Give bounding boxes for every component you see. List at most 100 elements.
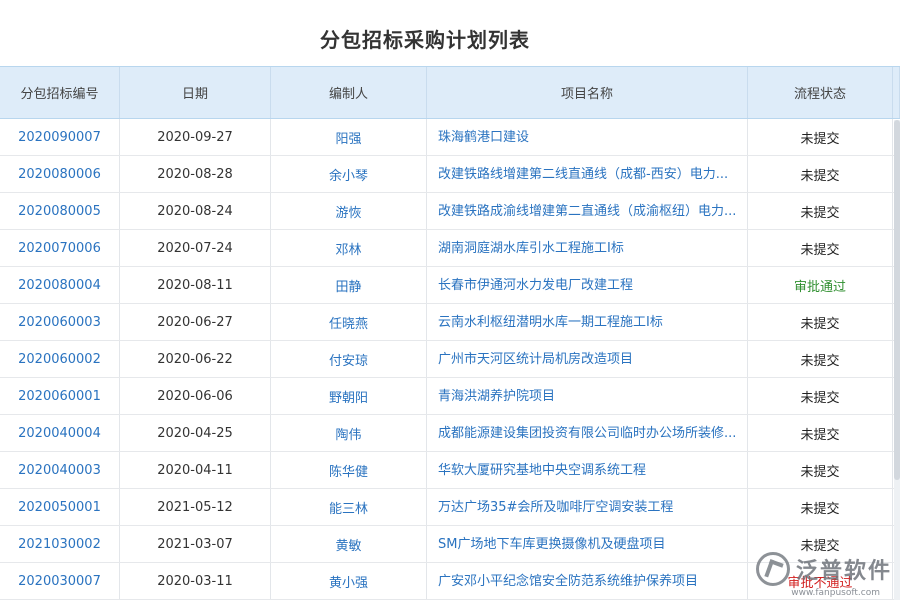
editor-link[interactable]: 阳强 [271,119,427,155]
code-link-text[interactable]: 2020080005 [18,204,101,219]
code-link[interactable]: 2020030007 [0,563,120,599]
editor-link[interactable]: 陈华健 [271,452,427,488]
table-row[interactable]: 20200800042020-08-11田静长春市伊通河水力发电厂改建工程审批通… [0,267,900,304]
editor-link-text[interactable]: 陶伟 [335,424,361,443]
project-link[interactable]: 云南水利枢纽潜明水库一期工程施工Ⅰ标 [427,304,748,340]
project-link-text[interactable]: 华软大厦研究基地中央空调系统工程 [438,452,646,488]
project-link-text[interactable]: 广安邓小平纪念馆安全防范系统维护保养项目 [438,563,698,599]
project-link[interactable]: 华软大厦研究基地中央空调系统工程 [427,452,748,488]
editor-link-text[interactable]: 游恢 [335,202,361,221]
code-link[interactable]: 2020090007 [0,119,120,155]
code-link[interactable]: 2020060001 [0,378,120,414]
project-link[interactable]: 改建铁路线增建第二线直通线（成都-西安）电力... [427,156,748,192]
project-link[interactable]: 湖南洞庭湖水库引水工程施工Ⅰ标 [427,230,748,266]
code-link-text[interactable]: 2020030007 [18,574,101,589]
table-row[interactable]: 20200800052020-08-24游恢改建铁路成渝线增建第二直通线（成渝枢… [0,193,900,230]
project-link[interactable]: 万达广场35#会所及咖啡厅空调安装工程 [427,489,748,525]
table-row[interactable]: 20200600032020-06-27任晓燕云南水利枢纽潜明水库一期工程施工Ⅰ… [0,304,900,341]
editor-link[interactable]: 游恢 [271,193,427,229]
editor-link-text[interactable]: 黄敏 [335,535,361,554]
header-status[interactable]: 流程状态 [748,67,893,118]
project-link-text[interactable]: 成都能源建设集团投资有限公司临时办公场所装修... [438,415,736,451]
table-row[interactable]: 20200500012021-05-12能三林万达广场35#会所及咖啡厅空调安装… [0,489,900,526]
project-link[interactable]: 广州市天河区统计局机房改造项目 [427,341,748,377]
code-link[interactable]: 2020050001 [0,489,120,525]
status-cell-text: 未提交 [800,239,839,258]
code-link[interactable]: 2021030002 [0,526,120,562]
editor-link-text[interactable]: 野朝阳 [329,387,368,406]
header-project[interactable]: 项目名称 [427,67,748,118]
header-date[interactable]: 日期 [120,67,271,118]
code-link-text[interactable]: 2020060002 [18,352,101,367]
code-link[interactable]: 2020060003 [0,304,120,340]
header-editor[interactable]: 编制人 [271,67,427,118]
date-cell: 2020-07-24 [120,230,271,266]
editor-link[interactable]: 黄小强 [271,563,427,599]
header-code[interactable]: 分包招标编号 [0,67,120,118]
code-link-text[interactable]: 2021030002 [18,537,101,552]
project-link[interactable]: 改建铁路成渝线增建第二直通线（成渝枢纽）电力... [427,193,748,229]
project-link[interactable]: 成都能源建设集团投资有限公司临时办公场所装修... [427,415,748,451]
code-link[interactable]: 2020080004 [0,267,120,303]
code-link-text[interactable]: 2020090007 [18,130,101,145]
editor-link-text[interactable]: 田静 [335,276,361,295]
table-row[interactable]: 20200600012020-06-06野朝阳青海洪湖养护院项目未提交 [0,378,900,415]
project-link[interactable]: SM广场地下车库更换摄像机及硬盘项目 [427,526,748,562]
table-row[interactable]: 20200400032020-04-11陈华健华软大厦研究基地中央空调系统工程未… [0,452,900,489]
editor-link[interactable]: 邓林 [271,230,427,266]
project-link-text[interactable]: 改建铁路线增建第二线直通线（成都-西安）电力... [438,156,728,192]
code-link-text[interactable]: 2020060003 [18,315,101,330]
editor-link[interactable]: 能三林 [271,489,427,525]
plan-table: 分包招标编号 日期 编制人 项目名称 流程状态 2020090007 2020-0… [0,66,900,600]
project-link[interactable]: 广安邓小平纪念馆安全防范系统维护保养项目 [427,563,748,599]
project-link[interactable]: 珠海鹤港口建设 [427,119,748,155]
code-link[interactable]: 2020080006 [0,156,120,192]
code-link[interactable]: 2020060002 [0,341,120,377]
project-link-text[interactable]: 湖南洞庭湖水库引水工程施工Ⅰ标 [438,230,624,266]
table-row[interactable]: 20200600022020-06-22付安琼广州市天河区统计局机房改造项目未提… [0,341,900,378]
project-link-text[interactable]: 改建铁路成渝线增建第二直通线（成渝枢纽）电力... [438,193,736,229]
editor-link-text[interactable]: 任晓燕 [329,313,368,332]
code-link-text[interactable]: 2020040003 [18,463,101,478]
code-link-text[interactable]: 2020050001 [18,500,101,515]
code-link-text[interactable]: 2020040004 [18,426,101,441]
project-link-text[interactable]: SM广场地下车库更换摄像机及硬盘项目 [438,526,665,562]
scrollbar-thumb[interactable] [894,120,900,480]
editor-link[interactable]: 陶伟 [271,415,427,451]
code-link-text[interactable]: 2020080006 [18,167,101,182]
editor-link-text[interactable]: 能三林 [329,498,368,517]
project-link-text[interactable]: 万达广场35#会所及咖啡厅空调安装工程 [438,489,673,525]
project-link-text[interactable]: 云南水利枢纽潜明水库一期工程施工Ⅰ标 [438,304,663,340]
editor-link[interactable]: 余小琴 [271,156,427,192]
table-row[interactable]: 20200800062020-08-28余小琴改建铁路线增建第二线直通线（成都-… [0,156,900,193]
code-link-text[interactable]: 2020060001 [18,389,101,404]
table-row[interactable]: 20200400042020-04-25陶伟成都能源建设集团投资有限公司临时办公… [0,415,900,452]
editor-link[interactable]: 黄敏 [271,526,427,562]
vertical-scrollbar[interactable] [894,120,900,600]
table-row[interactable]: 20200900072020-09-27阳强珠海鹤港口建设未提交 [0,119,900,156]
editor-link[interactable]: 付安琼 [271,341,427,377]
project-link[interactable]: 长春市伊通河水力发电厂改建工程 [427,267,748,303]
editor-link[interactable]: 任晓燕 [271,304,427,340]
code-link-text[interactable]: 2020080004 [18,278,101,293]
editor-link[interactable]: 野朝阳 [271,378,427,414]
code-link[interactable]: 2020040004 [0,415,120,451]
project-link-text[interactable]: 青海洪湖养护院项目 [438,378,555,414]
code-link[interactable]: 2020040003 [0,452,120,488]
editor-link-text[interactable]: 陈华健 [329,461,368,480]
project-link-text[interactable]: 长春市伊通河水力发电厂改建工程 [438,267,633,303]
editor-link[interactable]: 田静 [271,267,427,303]
editor-link-text[interactable]: 黄小强 [329,572,368,591]
project-link-text[interactable]: 珠海鹤港口建设 [438,119,529,155]
code-link[interactable]: 2020070006 [0,230,120,266]
editor-link-text[interactable]: 邓林 [335,239,361,258]
date-cell-text: 2021-03-07 [157,537,233,552]
editor-link-text[interactable]: 阳强 [335,128,361,147]
code-link-text[interactable]: 2020070006 [18,241,101,256]
project-link-text[interactable]: 广州市天河区统计局机房改造项目 [438,341,633,377]
project-link[interactable]: 青海洪湖养护院项目 [427,378,748,414]
editor-link-text[interactable]: 余小琴 [329,165,368,184]
table-row[interactable]: 2020070006 2020-07-24 邓林 湖南洞庭湖水库引水工程施工Ⅰ标 未提交 [0,230,900,267]
code-link[interactable]: 2020080005 [0,193,120,229]
editor-link-text[interactable]: 付安琼 [329,350,368,369]
